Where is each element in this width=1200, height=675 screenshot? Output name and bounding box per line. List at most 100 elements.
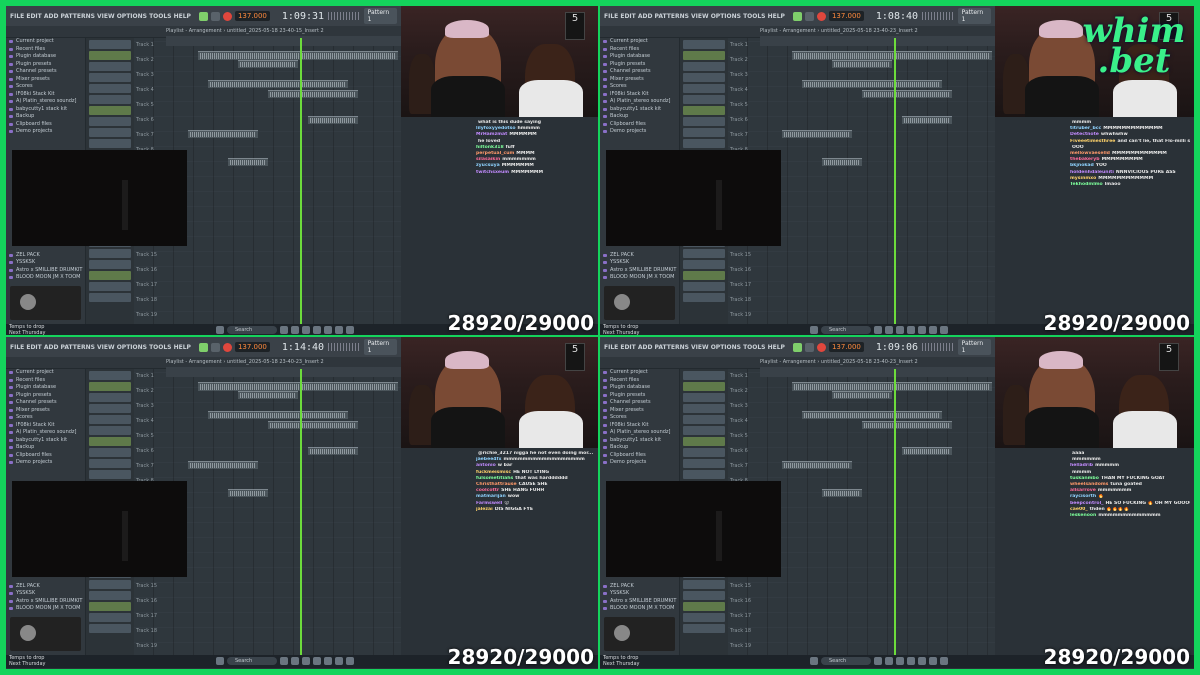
stop-button[interactable] (804, 342, 814, 352)
audio-clip[interactable] (208, 80, 348, 88)
audio-clip[interactable] (822, 158, 862, 166)
chat-username[interactable]: raycisorth (1070, 494, 1096, 499)
track-label[interactable]: Track 6 (728, 444, 760, 459)
chat-username[interactable]: Detectnote (1070, 132, 1099, 137)
track-label[interactable]: Track 3 (728, 399, 760, 414)
track-label[interactable]: Track 17 (134, 278, 166, 293)
browser-item[interactable]: IF08ki Stack Kit (600, 91, 679, 99)
browser-item[interactable]: Plugin presets (6, 61, 85, 69)
audio-clip[interactable] (188, 130, 258, 138)
browser-pack-item[interactable]: ZEL PACK (600, 252, 679, 260)
playhead[interactable] (893, 369, 896, 657)
browser-item[interactable]: Plugin presets (600, 392, 679, 400)
browser-pack-item[interactable]: YSSKSK (6, 590, 85, 598)
start-icon[interactable] (810, 326, 818, 334)
app-icon[interactable] (896, 657, 904, 665)
browser-item[interactable]: Current project (6, 38, 85, 46)
app-icon[interactable] (918, 326, 926, 334)
chat-username[interactable]: mysinmxo (1070, 176, 1096, 181)
audio-clip[interactable] (862, 90, 952, 98)
channel-slot[interactable] (683, 470, 725, 479)
browser-item[interactable]: Mixer presets (600, 76, 679, 84)
app-icon[interactable] (291, 326, 299, 334)
browser-item[interactable]: Channel presets (6, 399, 85, 407)
channel-slot[interactable] (89, 117, 131, 126)
app-icon[interactable] (313, 657, 321, 665)
audio-clip[interactable] (792, 382, 992, 391)
track-label[interactable]: Track 18 (134, 293, 166, 308)
taskbar-search[interactable]: Search (821, 657, 871, 665)
track-label[interactable]: Track 19 (134, 308, 166, 323)
channel-slot[interactable] (683, 437, 725, 446)
channel-slot[interactable] (683, 271, 725, 280)
browser-pack-item[interactable]: Astro x SMILLIBE DRUMKIT (600, 267, 679, 275)
track-label[interactable]: Track 15 (728, 248, 760, 263)
start-icon[interactable] (216, 326, 224, 334)
app-icon[interactable] (940, 657, 948, 665)
channel-slot[interactable] (89, 393, 131, 402)
browser-pack-item[interactable]: BLOOD MOON JM X TOOM (6, 605, 85, 613)
browser-item[interactable]: Demo projects (600, 459, 679, 467)
tempo-display[interactable]: 137.000 (234, 342, 270, 352)
track-label[interactable]: Track 18 (134, 624, 166, 639)
timeline-ruler[interactable] (166, 367, 401, 377)
taskbar-search[interactable]: Search (821, 326, 871, 334)
chat-username[interactable]: wheelsandoms (1070, 482, 1108, 487)
channel-slot[interactable] (89, 624, 131, 633)
chat-username[interactable]: twitchsxeum (476, 170, 509, 175)
channel-slot[interactable] (683, 260, 725, 269)
audio-clip[interactable] (188, 461, 258, 469)
track-label[interactable]: Track 4 (134, 83, 166, 98)
chat-username[interactable]: perpetual_cum (476, 151, 514, 156)
browser-item[interactable]: Recent files (6, 46, 85, 54)
browser-item[interactable]: Mixer presets (6, 76, 85, 84)
channel-slot[interactable] (89, 62, 131, 71)
track-label[interactable]: Track 16 (134, 594, 166, 609)
track-label[interactable]: Track 5 (134, 429, 166, 444)
browser-pack-item[interactable]: Astro x SMILLIBE DRUMKIT (6, 267, 85, 275)
channel-slot[interactable] (683, 62, 725, 71)
channel-slot[interactable] (683, 51, 725, 60)
start-icon[interactable] (810, 657, 818, 665)
chat-username[interactable]: helladrib (1070, 463, 1093, 468)
channel-slot[interactable] (683, 84, 725, 93)
audio-clip[interactable] (822, 489, 862, 497)
channel-slot[interactable] (683, 459, 725, 468)
app-icon[interactable] (929, 657, 937, 665)
channel-slot[interactable] (89, 95, 131, 104)
app-icon[interactable] (313, 326, 321, 334)
browser-pack-item[interactable]: BLOOD MOON JM X TOOM (600, 274, 679, 282)
channel-slot[interactable] (683, 591, 725, 600)
browser-item[interactable]: IF08ki Stack Kit (6, 422, 85, 430)
record-button[interactable] (222, 342, 232, 352)
track-label[interactable]: Track 2 (134, 53, 166, 68)
channel-slot[interactable] (683, 128, 725, 137)
channel-slot[interactable] (683, 282, 725, 291)
audio-clip[interactable] (802, 80, 942, 88)
app-icon[interactable] (918, 657, 926, 665)
channel-slot[interactable] (89, 282, 131, 291)
channel-slot[interactable] (89, 459, 131, 468)
channel-slot[interactable] (683, 382, 725, 391)
track-label[interactable]: Track 5 (728, 429, 760, 444)
browser-item[interactable]: Demo projects (600, 128, 679, 136)
chat-username[interactable]: jaebee4fx (476, 457, 501, 462)
app-icon[interactable] (280, 657, 288, 665)
audio-clip[interactable] (782, 130, 852, 138)
tempo-display[interactable]: 137.000 (828, 11, 864, 21)
browser-item[interactable]: Current project (600, 38, 679, 46)
track-label[interactable]: Track 16 (134, 263, 166, 278)
browser-item[interactable]: babycutty1 stack kit (600, 106, 679, 114)
audio-clip[interactable] (268, 421, 358, 429)
record-button[interactable] (816, 342, 826, 352)
channel-slot[interactable] (89, 404, 131, 413)
browser-item[interactable]: Backup (600, 444, 679, 452)
audio-clip[interactable] (238, 60, 298, 68)
channel-slot[interactable] (89, 139, 131, 148)
track-label[interactable]: Track 1 (134, 369, 166, 384)
play-button[interactable] (792, 342, 802, 352)
track-label[interactable]: Track 4 (134, 414, 166, 429)
channel-slot[interactable] (89, 371, 131, 380)
chat-username[interactable]: Christhattrause (476, 482, 517, 487)
browser-item[interactable]: Demo projects (6, 128, 85, 136)
